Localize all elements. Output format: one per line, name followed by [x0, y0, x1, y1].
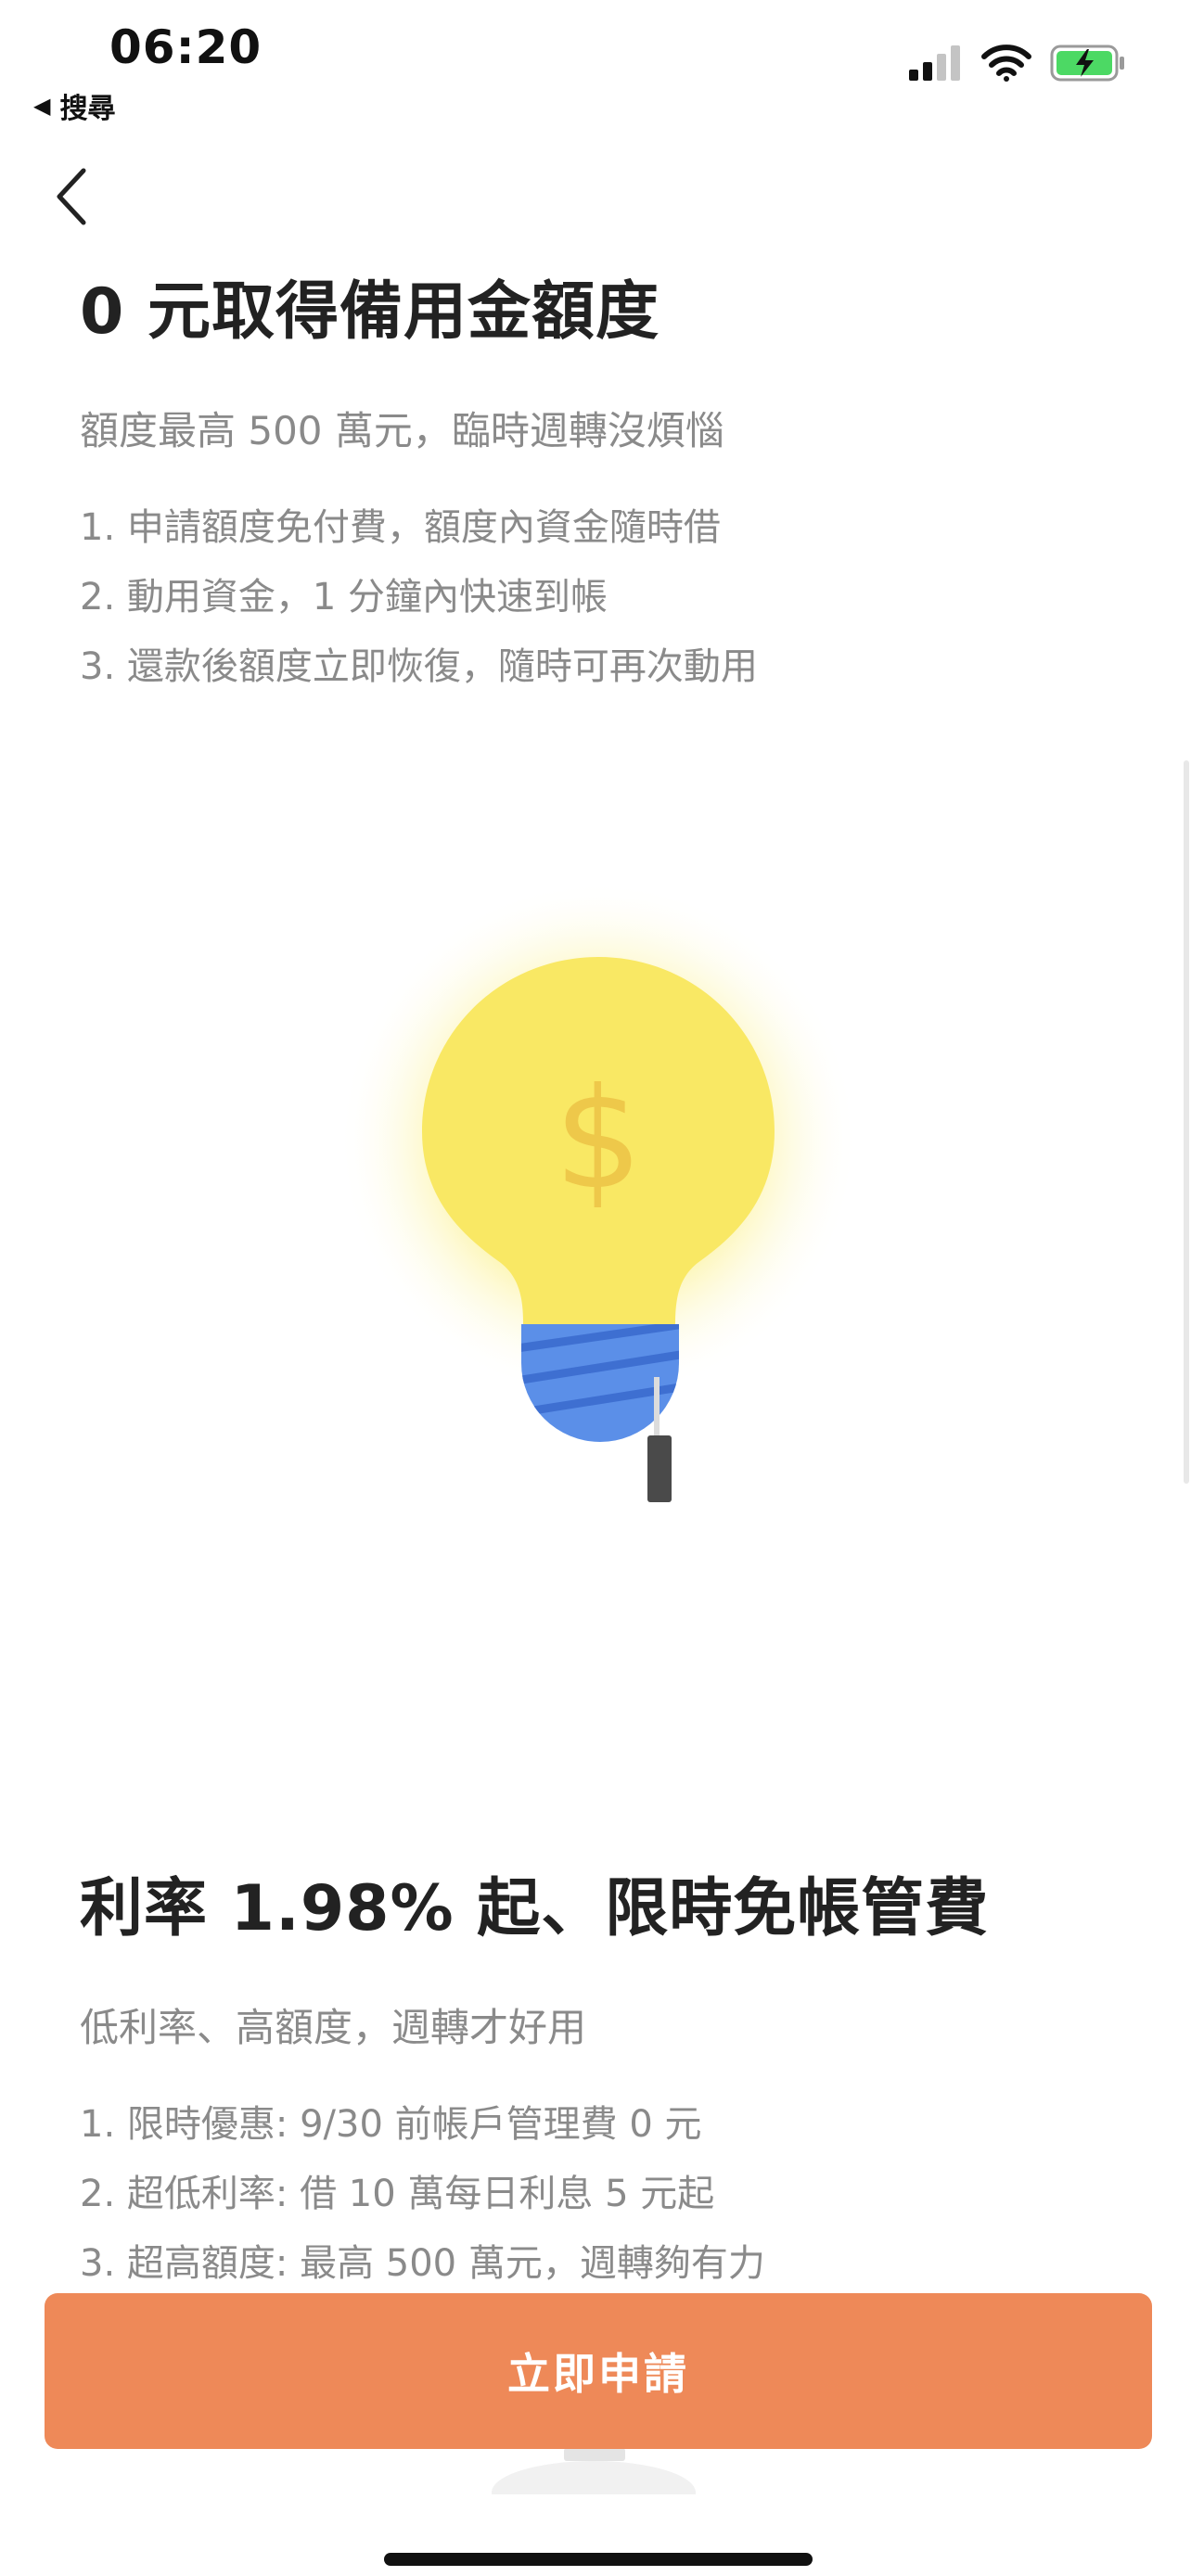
status-time: 06:20: [109, 20, 263, 74]
scrollbar[interactable]: [1184, 760, 1189, 1484]
feature-section-credit-line: 0 元取得備用金額度 額度最高 500 萬元，臨時週轉沒煩惱 1. 申請額度免付…: [80, 260, 1111, 702]
list-item: 2. 動用資金，1 分鐘內快速到帳: [80, 576, 608, 618]
wifi-icon: [981, 45, 1031, 82]
list-item: 2. 超低利率: 借 10 萬每日利息 5 元起: [80, 2173, 715, 2215]
list-item: 1. 限時優惠: 9/30 前帳戶管理費 0 元: [80, 2103, 702, 2146]
chevron-left-icon: [57, 168, 86, 225]
section-subtitle: 低利率、高額度，週轉才好用: [80, 2005, 587, 2050]
apply-now-button[interactable]: 立即申請: [45, 2293, 1152, 2449]
dollar-lightbulb-illustration: $: [334, 881, 858, 1530]
signal-icon: [909, 45, 960, 81]
status-icons: [909, 45, 1126, 82]
list-item: 3. 還款後額度立即恢復，隨時可再次動用: [80, 645, 758, 688]
dollar-sign: $: [554, 1059, 642, 1220]
home-indicator[interactable]: [384, 2553, 813, 2566]
back-triangle-icon: ◀: [33, 93, 51, 119]
back-to-app-link[interactable]: ◀ 搜尋: [33, 85, 115, 126]
feature-section-interest-rate: 利率 1.98% 起、限時免帳管費 低利率、高額度，週轉才好用 1. 限時優惠:…: [80, 1856, 1111, 2299]
list-item: 1. 申請額度免付費，額度內資金隨時借: [80, 506, 721, 549]
section-title: 0 元取得備用金額度: [80, 275, 660, 349]
nav-back-button[interactable]: [48, 163, 104, 228]
list-item: 3. 超高額度: 最高 500 萬元，週轉夠有力: [80, 2242, 765, 2285]
status-bar: 06:20 ◀ 搜尋: [0, 0, 1191, 130]
back-app-label: 搜尋: [59, 93, 116, 125]
feature-list: 1. 限時優惠: 9/30 前帳戶管理費 0 元 2. 超低利率: 借 10 萬…: [80, 2090, 1111, 2299]
partial-illustration: [492, 2448, 696, 2494]
dollar-lightbulb-icon: $: [339, 881, 858, 1502]
section-title: 利率 1.98% 起、限時免帳管費: [80, 1872, 990, 1945]
section-subtitle: 額度最高 500 萬元，臨時週轉沒煩惱: [80, 408, 724, 453]
feature-list: 1. 申請額度免付費，額度內資金隨時借 2. 動用資金，1 分鐘內快速到帳 3.…: [80, 493, 1111, 702]
battery-charging-icon: [1050, 45, 1124, 82]
